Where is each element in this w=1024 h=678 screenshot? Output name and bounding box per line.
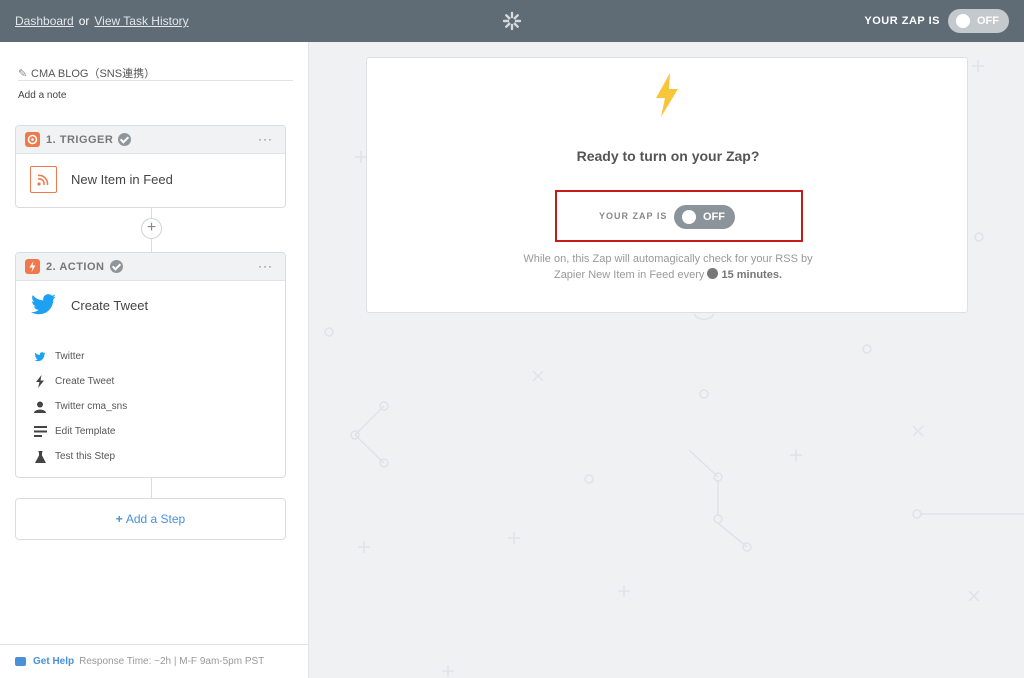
desc-line2: Zapier New Item in Feed every [553, 269, 705, 281]
substep-label: Test this Step [55, 451, 116, 462]
action-step-body: Create Tweet [30, 293, 148, 317]
task-history-link[interactable]: View Task History [94, 14, 188, 28]
pencil-icon: ✎ [18, 68, 28, 80]
lightning-icon [33, 375, 47, 389]
zap-name-field[interactable]: ✎ CMA BLOG（SNS連携） [18, 65, 293, 81]
top-bar: Dashboard or View Task History YOUR ZAP IS… [0, 0, 1024, 42]
trigger-step-header: 1. TRIGGER ··· [16, 126, 285, 154]
flask-icon [33, 450, 47, 464]
main-zap-toggle[interactable]: OFF [674, 205, 735, 229]
top-nav: Dashboard or View Task History [15, 14, 189, 28]
trigger-step-card[interactable]: 1. TRIGGER ··· New Item in Feed [15, 125, 286, 208]
activate-zap-panel: Ready to turn on your Zap? YOUR ZAP IS O… [366, 57, 968, 313]
rss-app-badge-icon [25, 132, 40, 147]
nav-or-text: or [78, 14, 90, 28]
insert-step-button[interactable]: + [141, 218, 162, 239]
toggle-state-text: OFF [977, 15, 999, 27]
twitter-icon [33, 350, 47, 364]
rss-feed-icon [30, 166, 57, 193]
poll-interval: 15 minutes. [721, 269, 783, 281]
top-zap-status: YOUR ZAP IS OFF [864, 9, 1009, 33]
add-step-button[interactable]: + Add a Step [15, 498, 286, 540]
get-help-link[interactable]: Get Help [33, 656, 74, 667]
substep-template[interactable]: Edit Template [33, 419, 127, 444]
step-connector-line [151, 478, 152, 498]
action-step-card[interactable]: 2. ACTION ··· Create Tweet Twitter Creat… [15, 252, 286, 478]
zap-toggle-highlight: YOUR ZAP IS OFF [555, 190, 803, 242]
substep-app[interactable]: Twitter [33, 344, 127, 369]
check-icon [109, 260, 123, 273]
substep-action[interactable]: Create Tweet [33, 369, 127, 394]
substep-test[interactable]: Test this Step [33, 444, 127, 469]
toggle-knob [682, 210, 696, 224]
desc-line1: While on, this Zap will automagically ch… [523, 253, 813, 265]
lightning-bolt-icon [656, 73, 678, 117]
substep-account[interactable]: Twitter cma_sns [33, 394, 127, 419]
trigger-title: New Item in Feed [71, 172, 173, 187]
help-bar: Get Help Response Time: ~2h | M-F 9am-5p… [0, 644, 309, 678]
help-response-time: Response Time: ~2h | M-F 9am-5pm PST [79, 656, 265, 667]
substep-label: Create Tweet [55, 376, 115, 387]
user-icon [33, 400, 47, 414]
substep-label: Twitter [55, 351, 85, 362]
zap-is-label: YOUR ZAP IS [599, 211, 668, 221]
action-substeps: Twitter Create Tweet Twitter cma_sns Edi… [33, 344, 127, 469]
top-zap-toggle[interactable]: OFF [948, 9, 1009, 33]
more-options-icon[interactable]: ··· [258, 259, 273, 273]
lines-icon [33, 425, 47, 439]
more-options-icon[interactable]: ··· [258, 132, 273, 146]
trigger-step-label: 1. TRIGGER [46, 133, 114, 146]
substep-label: Edit Template [55, 426, 116, 437]
ready-heading: Ready to turn on your Zap? [576, 148, 760, 164]
substep-label: Twitter cma_sns [55, 401, 128, 412]
top-zap-is-label: YOUR ZAP IS [864, 15, 940, 27]
add-note-link[interactable]: Add a note [18, 90, 66, 101]
action-title: Create Tweet [71, 297, 149, 313]
zap-description: While on, this Zap will automagically ch… [367, 251, 969, 283]
add-step-label: Add a Step [125, 512, 186, 526]
check-icon [118, 133, 132, 146]
twitter-bird-icon [31, 294, 56, 315]
toggle-knob [956, 14, 970, 28]
trigger-step-body: New Item in Feed [30, 166, 173, 193]
dashboard-link[interactable]: Dashboard [15, 14, 74, 28]
action-step-label: 2. ACTION [46, 260, 105, 273]
clock-icon [707, 268, 719, 279]
chat-bubble-icon [15, 657, 26, 666]
toggle-state-text: OFF [703, 211, 725, 223]
zapier-logo-icon[interactable] [502, 11, 522, 31]
plus-icon: + [115, 512, 123, 526]
lightning-badge-icon [25, 259, 40, 274]
action-step-header: 2. ACTION ··· [16, 253, 285, 281]
sidebar: ✎ CMA BLOG（SNS連携） Add a note 1. TRIGGER ·… [0, 42, 309, 678]
zap-name-text: CMA BLOG（SNS連携） [31, 68, 156, 80]
